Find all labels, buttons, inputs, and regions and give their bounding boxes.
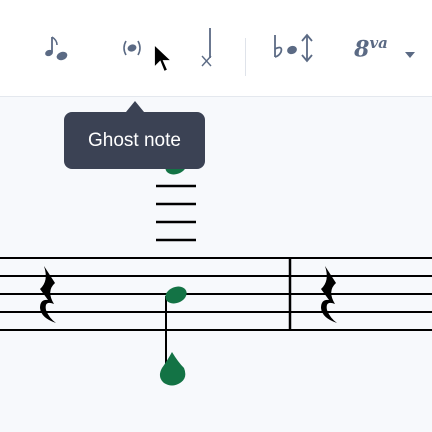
note-input-marker — [159, 352, 186, 386]
ottava-label-main: 8 — [354, 36, 370, 63]
mouse-cursor-icon — [153, 42, 175, 74]
staff — [0, 257, 432, 331]
grace-note-button[interactable] — [38, 26, 78, 70]
chevron-down-icon[interactable] — [405, 52, 415, 58]
ghost-note-icon — [123, 40, 141, 56]
ghost-note-button[interactable] — [112, 26, 152, 70]
tooltip-text: Ghost note — [88, 129, 181, 151]
tooltip-arrow — [126, 101, 144, 112]
ottava-label-sup: va — [369, 33, 388, 52]
tooltip: Ghost note — [64, 112, 205, 169]
ottava-icon: 8va — [354, 33, 388, 63]
grace-note-icon — [45, 36, 68, 61]
ledger-lines — [156, 184, 196, 242]
ottava-button[interactable]: 8va — [346, 26, 396, 70]
cross-note-icon — [201, 28, 212, 67]
toolbar-separator — [245, 38, 246, 76]
note-toolbar: 8va — [0, 0, 432, 97]
flat-enharmonic-icon — [274, 33, 313, 63]
enharmonic-button[interactable] — [268, 26, 320, 70]
cross-note-button[interactable] — [186, 26, 226, 70]
